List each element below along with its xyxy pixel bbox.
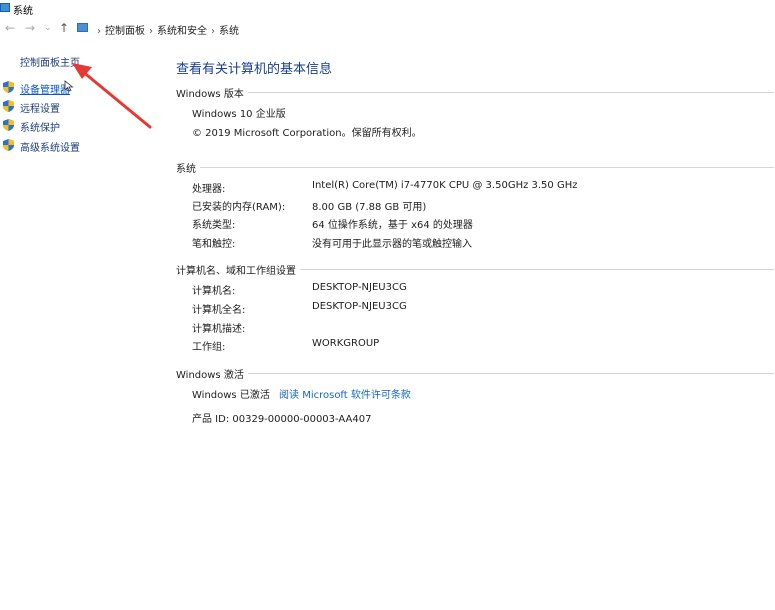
navigation-bar: ← → ⌄ ↑ › 控制面板 › 系统和安全 › 系统 — [0, 18, 775, 40]
info-key: 计算机名: — [192, 286, 236, 297]
info-value: DESKTOP-NJEU3CG — [312, 301, 407, 312]
info-value: 64 位操作系统，基于 x64 的处理器 — [312, 220, 473, 231]
section-divider — [176, 373, 774, 374]
shield-icon — [3, 81, 14, 93]
title-bar: 系统 — [0, 0, 775, 17]
info-key: 已安装的内存(RAM): — [192, 202, 286, 213]
section-header-windows-edition: Windows 版本 — [176, 85, 774, 100]
info-key: 系统类型: — [192, 220, 236, 231]
info-row-processor: 处理器: Intel(R) Core(TM) i7-4770K CPU @ 3.… — [192, 180, 772, 195]
activation-row: Windows 已激活 阅读 Microsoft 软件许可条款 — [192, 386, 411, 401]
recent-locations-button[interactable]: ⌄ — [44, 21, 52, 35]
info-key: 计算机全名: — [192, 305, 246, 316]
info-value: 没有可用于此显示器的笔或触控输入 — [312, 239, 472, 250]
product-id: 产品 ID: 00329-00000-00003-AA407 — [192, 414, 372, 425]
activation-status: Windows 已激活 — [192, 390, 270, 401]
mouse-cursor-icon — [64, 80, 74, 92]
section-title: Windows 版本 — [176, 85, 248, 100]
info-value: 8.00 GB (7.88 GB 可用) — [312, 202, 427, 213]
info-row-computer-description: 计算机描述: — [192, 320, 772, 335]
info-row-workgroup: 工作组: WORKGROUP — [192, 338, 772, 353]
copyright-text: © 2019 Microsoft Corporation。保留所有权利。 — [192, 128, 422, 139]
window-title: 系统 — [13, 6, 33, 17]
breadcrumb-control-panel[interactable]: 控制面板 — [105, 26, 145, 37]
info-key: 处理器: — [192, 184, 226, 195]
section-title: 计算机名、域和工作组设置 — [176, 262, 300, 277]
section-header-activation: Windows 激活 — [176, 366, 774, 381]
sidebar-item-advanced-settings[interactable]: 高级系统设置 — [0, 138, 160, 154]
shield-icon — [3, 100, 14, 112]
section-header-system: 系统 — [176, 160, 774, 175]
system-window-icon — [0, 3, 10, 12]
section-title: 系统 — [176, 160, 200, 175]
windows-edition-name: Windows 10 企业版 — [192, 109, 286, 120]
info-row-ram: 已安装的内存(RAM): 8.00 GB (7.88 GB 可用) — [192, 198, 772, 213]
sidebar-item-label: 远程设置 — [20, 104, 60, 115]
section-divider — [176, 92, 774, 93]
info-key: 笔和触控: — [192, 239, 236, 250]
info-row-full-computer-name: 计算机全名: DESKTOP-NJEU3CG — [192, 301, 772, 316]
shield-icon — [3, 139, 14, 151]
breadcrumb-system-security[interactable]: 系统和安全 — [157, 26, 207, 37]
breadcrumb-system[interactable]: 系统 — [219, 26, 239, 37]
forward-button[interactable]: → — [25, 21, 35, 35]
info-key: 工作组: — [192, 342, 226, 353]
section-title: Windows 激活 — [176, 366, 248, 381]
info-row-computer-name: 计算机名: DESKTOP-NJEU3CG — [192, 282, 772, 297]
info-value: DESKTOP-NJEU3CG — [312, 282, 407, 293]
info-value: Intel(R) Core(TM) i7-4770K CPU @ 3.50GHz… — [312, 180, 578, 191]
up-button[interactable]: ↑ — [59, 21, 69, 35]
info-row-system-type: 系统类型: 64 位操作系统，基于 x64 的处理器 — [192, 216, 772, 231]
back-button[interactable]: ← — [5, 21, 15, 35]
control-panel-icon — [77, 23, 88, 32]
info-value: WORKGROUP — [312, 338, 380, 349]
sidebar-item-label: 系统保护 — [20, 123, 60, 134]
info-key: 计算机描述: — [192, 324, 246, 335]
license-terms-link[interactable]: 阅读 Microsoft 软件许可条款 — [279, 390, 411, 401]
annotation-arrow — [72, 63, 152, 129]
section-divider — [176, 167, 774, 168]
shield-icon — [3, 119, 14, 131]
sidebar-item-label: 高级系统设置 — [20, 143, 80, 154]
breadcrumb: › 控制面板 › 系统和安全 › 系统 — [93, 22, 239, 37]
info-row-pen-touch: 笔和触控: 没有可用于此显示器的笔或触控输入 — [192, 235, 772, 250]
section-header-computer-name: 计算机名、域和工作组设置 — [176, 262, 774, 277]
breadcrumb-separator: › — [149, 26, 153, 37]
page-title: 查看有关计算机的基本信息 — [176, 62, 333, 77]
breadcrumb-separator: › — [97, 26, 101, 37]
breadcrumb-separator: › — [211, 26, 215, 37]
